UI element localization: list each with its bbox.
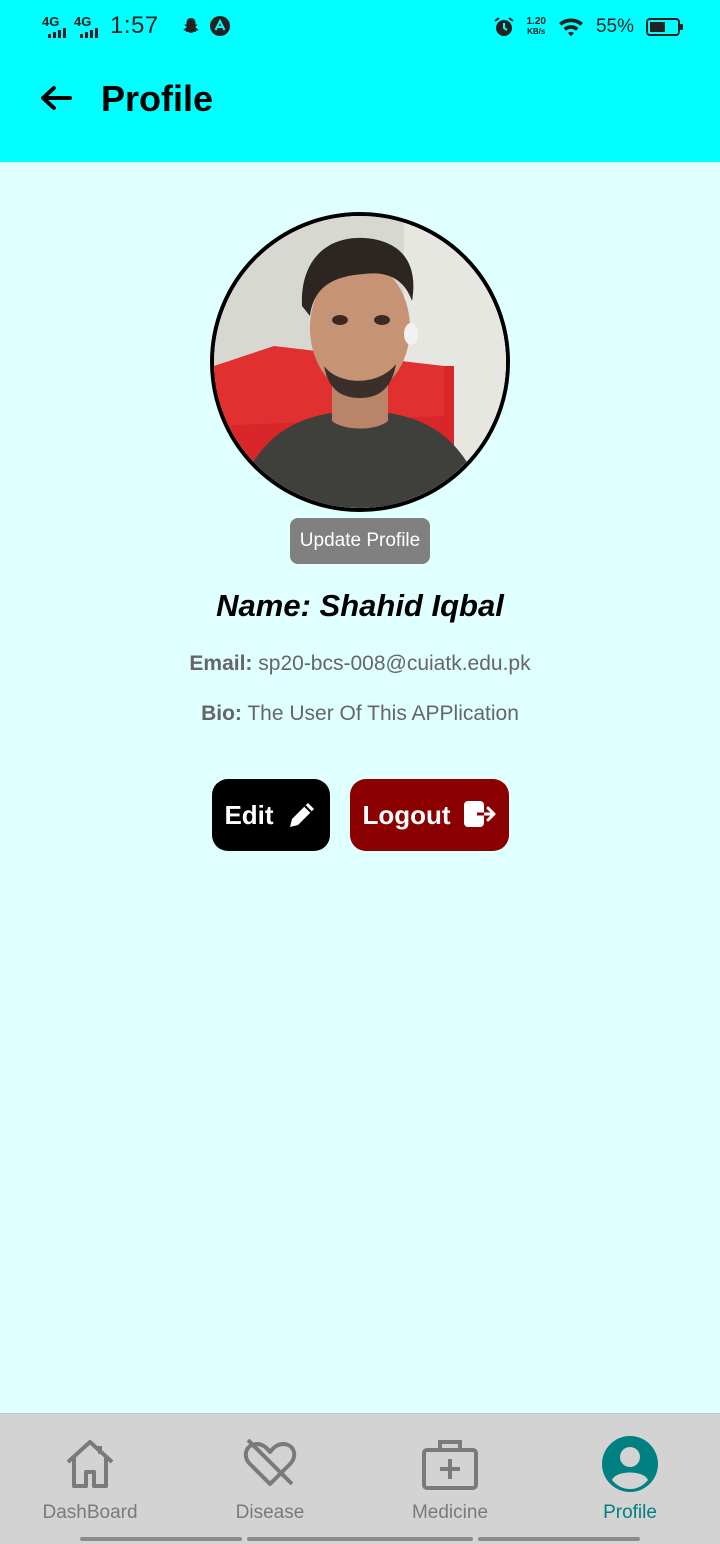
medical-kit-icon bbox=[422, 1440, 478, 1490]
email-row: Email: sp20-bcs-008@cuiatk.edu.pk bbox=[0, 652, 720, 676]
app-bar: Profile bbox=[0, 58, 720, 162]
profile-avatar bbox=[210, 212, 510, 512]
update-profile-button[interactable]: Update Profile bbox=[290, 518, 430, 564]
nav-label-dashboard: DashBoard bbox=[42, 1502, 138, 1523]
account-circle-icon bbox=[602, 1436, 658, 1492]
bottom-navigation: DashBoard Disease Medicine Profile bbox=[0, 1413, 720, 1544]
logout-button[interactable]: Logout bbox=[350, 779, 509, 851]
network-label: 4G bbox=[74, 13, 92, 29]
nav-indicator bbox=[80, 1537, 242, 1541]
edit-button[interactable]: Edit bbox=[212, 779, 330, 851]
bio-label: Bio: bbox=[201, 702, 242, 725]
clock: 1:57 bbox=[110, 12, 159, 39]
nav-indicator bbox=[478, 1537, 640, 1541]
network-indicator-1: 4G bbox=[42, 15, 66, 38]
wifi-icon bbox=[558, 18, 583, 37]
signal-bars-icon bbox=[80, 27, 98, 38]
page-title: Profile bbox=[101, 78, 214, 119]
speed-value: 1.20 bbox=[526, 16, 546, 27]
battery-icon bbox=[646, 18, 683, 36]
status-right: 1.20 KB/s 55% bbox=[493, 16, 683, 38]
bio-value: The User Of This APPlication bbox=[247, 702, 519, 725]
logout-label: Logout bbox=[362, 799, 451, 830]
nav-label-medicine: Medicine bbox=[411, 1502, 489, 1523]
nav-tab-medicine[interactable]: Medicine bbox=[360, 1414, 540, 1544]
profile-name: Name: Shahid Iqbal bbox=[216, 588, 504, 623]
pencil-icon bbox=[289, 803, 314, 827]
snapchat-icon bbox=[183, 18, 199, 33]
email-label: Email: bbox=[189, 652, 253, 675]
nav-tab-profile[interactable]: Profile bbox=[540, 1414, 720, 1544]
signal-bars-icon bbox=[48, 27, 66, 38]
status-left: 4G 4G 1:57 bbox=[42, 12, 231, 40]
alarm-icon bbox=[493, 17, 514, 36]
network-speed: 1.20 KB/s bbox=[527, 17, 546, 37]
battery-percent: 55% bbox=[595, 16, 634, 37]
back-button[interactable] bbox=[34, 78, 78, 122]
arrow-left-icon bbox=[41, 86, 72, 110]
profile-photo bbox=[214, 216, 506, 508]
nav-tab-dashboard[interactable]: DashBoard bbox=[0, 1414, 180, 1544]
speed-unit: KB/s bbox=[527, 27, 546, 36]
logout-icon bbox=[463, 801, 496, 827]
nav-label-profile: Profile bbox=[603, 1502, 657, 1523]
email-value: sp20-bcs-008@cuiatk.edu.pk bbox=[258, 652, 531, 675]
app-notification-icon bbox=[209, 16, 230, 36]
network-indicator-2: 4G bbox=[74, 15, 98, 38]
bio-row: Bio: The User Of This APPlication bbox=[0, 702, 720, 726]
network-label: 4G bbox=[42, 13, 60, 29]
edit-label: Edit bbox=[224, 799, 274, 830]
nav-tab-disease[interactable]: Disease bbox=[180, 1414, 360, 1544]
status-bar: 4G 4G 1:57 1.20 KB/s 55% bbox=[0, 0, 720, 58]
home-icon bbox=[66, 1440, 114, 1488]
nav-label-disease: Disease bbox=[235, 1502, 305, 1523]
nav-indicator bbox=[247, 1537, 473, 1541]
heart-off-icon bbox=[243, 1438, 297, 1486]
